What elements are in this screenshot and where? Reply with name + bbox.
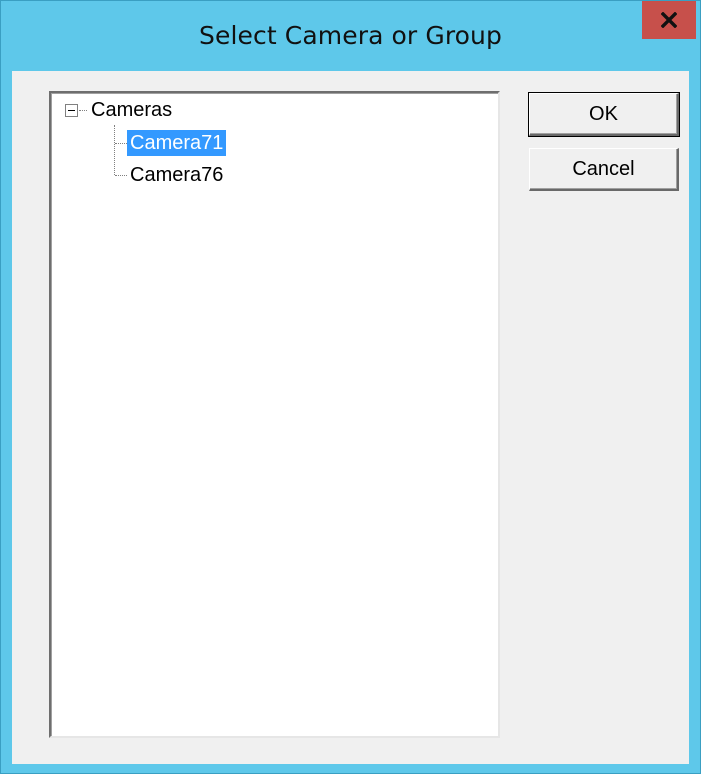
dialog-body: Cameras Camera71 Camera76 OK Cancel [12, 71, 689, 764]
title-bar[interactable]: Select Camera or Group [1, 1, 700, 71]
tree-connector [115, 175, 127, 176]
tree-connector [115, 143, 127, 144]
dialog-title: Select Camera or Group [199, 21, 502, 50]
collapse-icon[interactable] [65, 104, 78, 117]
tree-node-camera71[interactable]: Camera71 [127, 130, 227, 156]
tree-node-cameras[interactable]: Cameras [91, 97, 172, 123]
close-icon [661, 12, 677, 28]
tree-node-camera76[interactable]: Camera76 [130, 162, 223, 188]
ok-button[interactable]: OK [528, 92, 680, 137]
camera-tree[interactable]: Cameras Camera71 Camera76 [49, 91, 500, 738]
close-button[interactable] [642, 1, 696, 39]
cancel-button[interactable]: Cancel [529, 148, 679, 191]
tree-connector [79, 110, 87, 111]
tree-connector [114, 125, 115, 175]
dialog-window: Select Camera or Group Cameras Camera71 … [0, 0, 701, 774]
